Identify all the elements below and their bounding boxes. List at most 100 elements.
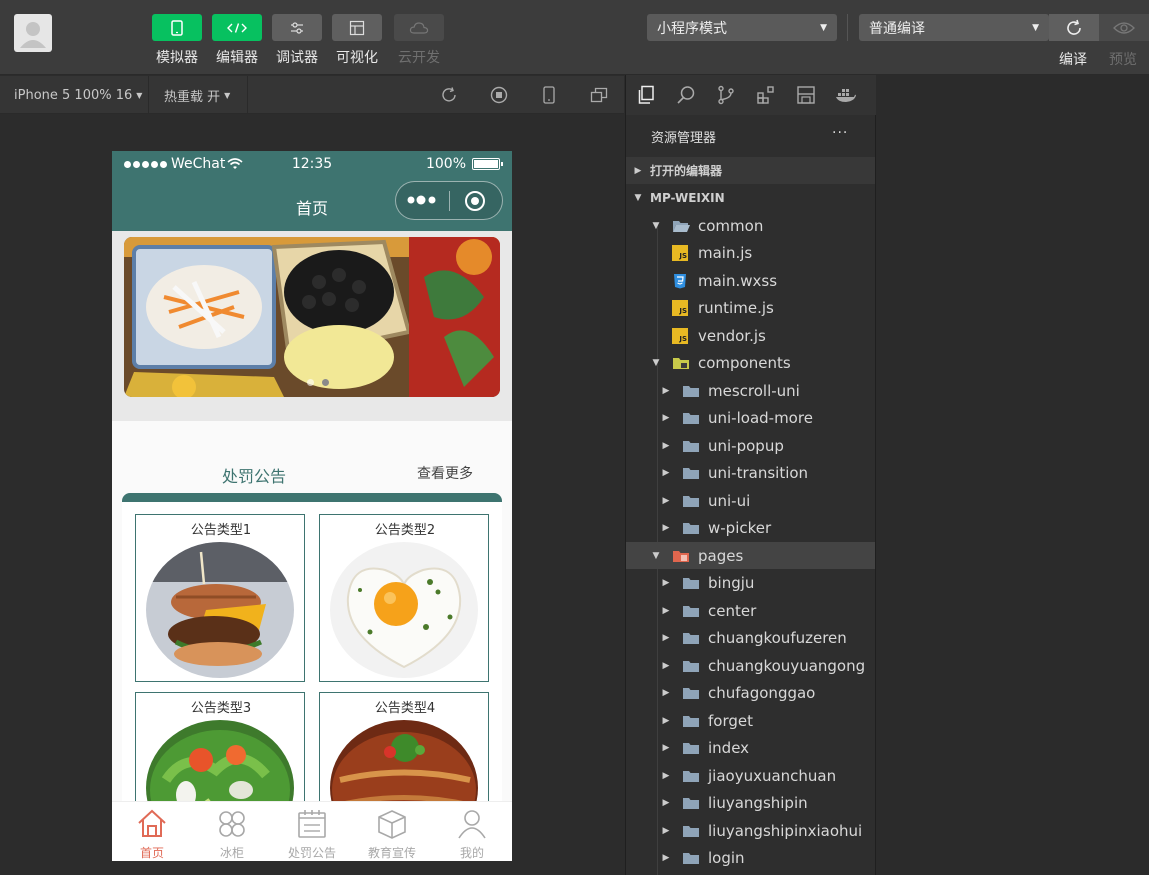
tab-home[interactable]: 首页 [112,802,192,861]
search-tab[interactable] [675,84,697,106]
battery-text: 100% [425,156,466,172]
compile-button[interactable] [1049,14,1099,41]
banner-swiper[interactable] [112,231,512,421]
tree-item-label: main.js [698,244,753,262]
device-select-value: iPhone 5 100% 16 [14,87,133,103]
debugger-button[interactable] [272,14,322,41]
user-avatar[interactable] [14,14,52,52]
folder-open-icon [672,219,690,233]
tab-freezer-label: 冰柜 [219,846,244,860]
cloud-button[interactable] [394,14,444,41]
swiper-dot[interactable] [307,379,314,386]
preview-button[interactable] [1099,14,1149,41]
more-menu-icon[interactable]: ··· [832,125,848,141]
tree-folder-item[interactable]: ▶ jiaoyuxuanchuan [626,762,875,789]
tree-item-label: vendor.js [698,326,766,345]
chevron-down-icon: ▼ [634,192,642,203]
hot-reload-select[interactable]: 热重载 开 ▼ [164,76,230,114]
tree-folder-item[interactable]: ▶ forget [626,707,875,734]
tab-education[interactable]: 教育宣传 [352,802,432,861]
tree-folder-item[interactable]: ▶ liuyangshipinxiaohui [626,817,875,844]
chevron-right-icon: ▶ [662,825,670,836]
tree-item-label: index [708,739,750,757]
detach-button[interactable] [589,85,609,105]
cloud-tool[interactable]: 云开发 [394,14,444,67]
tree-folder-item[interactable]: ▶ chuangkoufuzeren [626,625,875,652]
close-miniprogram-icon[interactable] [464,190,486,212]
save-icon [797,86,815,104]
tree-item-label: mescroll-uni [708,381,800,400]
folder-icon [682,714,700,728]
compile-select[interactable]: 普通编译 ▼ [859,14,1049,41]
tree-file-item[interactable]: main.wxss [626,267,875,294]
tree-folder-item[interactable]: ▶ w-picker [626,515,875,542]
swiper-dot[interactable] [322,379,329,386]
chevron-right-icon: ▶ [662,770,670,781]
explorer-tab[interactable] [635,84,657,106]
tab-freezer[interactable]: 冰柜 [192,802,272,861]
tree-folder-item[interactable]: ▶ bingju [626,570,875,597]
mode-select[interactable]: 小程序模式 ▼ [647,14,837,41]
workspace-root-header[interactable]: ▼ MP-WEIXIN [626,184,875,211]
tab-bar: 首页 冰柜 处罚公告 教育宣传 我的 [112,801,512,861]
tree-file-item[interactable]: JS runtime.js [626,295,875,322]
simbar-divider [148,76,149,114]
explorer-title: 资源管理器 [651,131,717,146]
tree-folder-item[interactable]: ▶ center [626,597,875,624]
tree-file-item[interactable]: JS main.js [626,240,875,267]
editor-button[interactable] [212,14,262,41]
docker-tab[interactable] [835,84,857,106]
more-dots-icon[interactable] [406,195,438,205]
tab-notice-label: 处罚公告 [287,846,336,860]
visual-tool[interactable]: 可视化 [332,14,382,67]
tree-folder-item[interactable]: ▶ uni-load-more [626,405,875,432]
cloud-icon [409,21,429,34]
editor-tool[interactable]: 编辑器 [212,14,262,67]
phone-preview-button[interactable] [539,85,559,105]
simulator-tool[interactable]: 模拟器 [152,14,202,67]
tree-folder-item[interactable]: ▶ mescroll-uni [626,377,875,404]
tree-item-label: uni-ui [708,491,751,510]
tree-item-label: center [708,601,757,620]
tree-file-item[interactable]: JS vendor.js [626,322,875,349]
tree-folder-item[interactable]: ▶ chufagonggao [626,680,875,707]
tree-folder-item[interactable]: ▼ common [626,212,875,239]
tab-notice[interactable]: 处罚公告 [272,802,352,861]
tree-folder-item[interactable]: ▶ login [626,845,875,872]
tree-folder-item[interactable]: ▶ chuangkouyuangong [626,652,875,679]
tree-folder-item[interactable]: ▶ liuyangshipin [626,790,875,817]
debugger-tool[interactable]: 调试器 [272,14,322,67]
tab-mine[interactable]: 我的 [432,802,512,861]
extensions-tab[interactable] [755,84,777,106]
tree-folder-item[interactable]: ▶ uni-ui [626,487,875,514]
simulator-button[interactable] [152,14,202,41]
tree-folder-item[interactable]: ▼ components [626,350,875,377]
tree-folder-item[interactable]: ▶ uni-popup [626,432,875,459]
chevron-right-icon: ▶ [662,578,670,588]
visual-button[interactable] [332,14,382,41]
toolbar-divider [847,14,848,41]
rotate-button[interactable] [439,85,459,105]
open-editors-header[interactable]: ▶ 打开的编辑器 [626,157,875,184]
extensions-icon [757,86,774,104]
stop-button[interactable] [489,85,509,105]
chevron-right-icon: ▶ [662,743,670,753]
box-icon [378,810,406,839]
tree-folder-item[interactable]: ▶ uni-transition [626,460,875,487]
home-icon [138,809,166,837]
view-more-link[interactable]: 查看更多 [417,463,473,483]
sliders-icon [291,21,303,34]
device-select[interactable]: iPhone 5 100% 16 ▼ [14,76,142,114]
tree-item-label: uni-popup [708,436,784,455]
chevron-right-icon: ▶ [662,440,670,451]
chevron-right-icon: ▶ [662,605,670,616]
tree-folder-item[interactable]: ▼ pages [626,542,875,569]
layout-icon [349,20,365,35]
storage-tab[interactable] [795,84,817,106]
notice-card[interactable]: 公告类型1 [135,514,305,682]
tree-folder-item[interactable]: ▶ index [626,735,875,762]
source-control-tab[interactable] [715,84,737,106]
notice-card[interactable]: 公告类型2 [319,514,489,682]
capsule-menu [395,181,503,220]
clover-icon [219,811,245,837]
